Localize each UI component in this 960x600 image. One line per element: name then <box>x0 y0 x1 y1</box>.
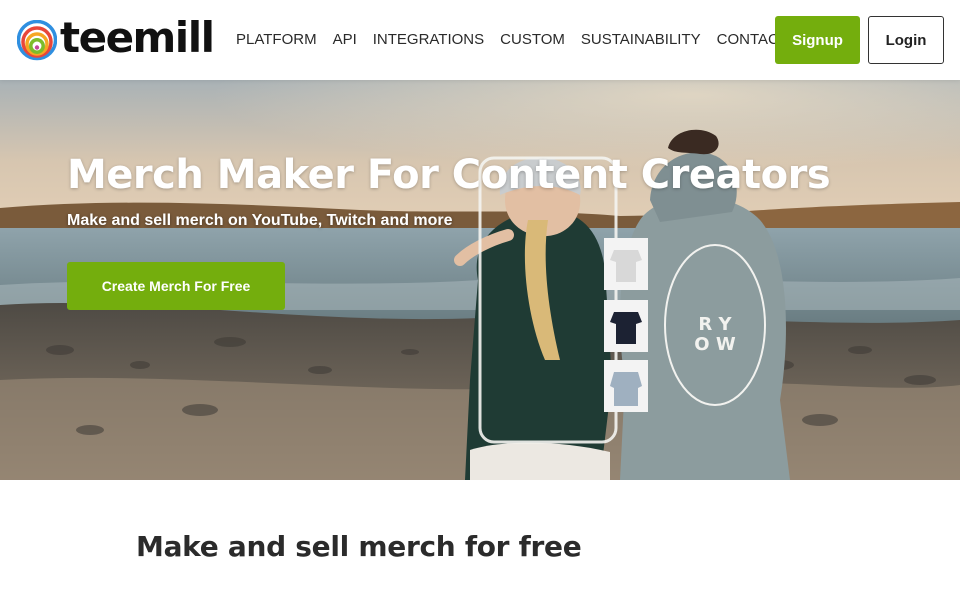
svg-text:O W: O W <box>694 334 736 355</box>
login-button[interactable]: Login <box>868 16 944 64</box>
nav-item-custom[interactable]: CUSTOM <box>500 30 565 50</box>
section-title: Make and sell merch for free <box>136 530 582 563</box>
nav-item-platform[interactable]: PLATFORM <box>236 30 317 50</box>
nav-item-sustainability[interactable]: SUSTAINABILITY <box>581 30 701 50</box>
nav-item-api[interactable]: API <box>333 30 357 50</box>
teemill-logo[interactable]: teemill <box>16 13 215 63</box>
main-nav: PLATFORM API INTEGRATIONS CUSTOM SUSTAIN… <box>236 30 804 50</box>
hero-banner: R Y O W Merch Maker For Content Creators… <box>0 80 960 480</box>
create-merch-button[interactable]: Create Merch For Free <box>67 262 285 310</box>
hero-title: Merch Maker For Content Creators <box>67 152 831 198</box>
signup-button[interactable]: Signup <box>775 16 860 64</box>
rainbow-logo-icon <box>16 19 58 61</box>
hero-subtitle: Make and sell merch on YouTube, Twitch a… <box>67 212 453 229</box>
logo-wordmark: teemill <box>60 13 215 62</box>
svg-text:R Y: R Y <box>698 314 732 335</box>
nav-item-integrations[interactable]: INTEGRATIONS <box>373 30 484 50</box>
site-header: teemill PLATFORM API INTEGRATIONS CUSTOM… <box>0 0 960 80</box>
